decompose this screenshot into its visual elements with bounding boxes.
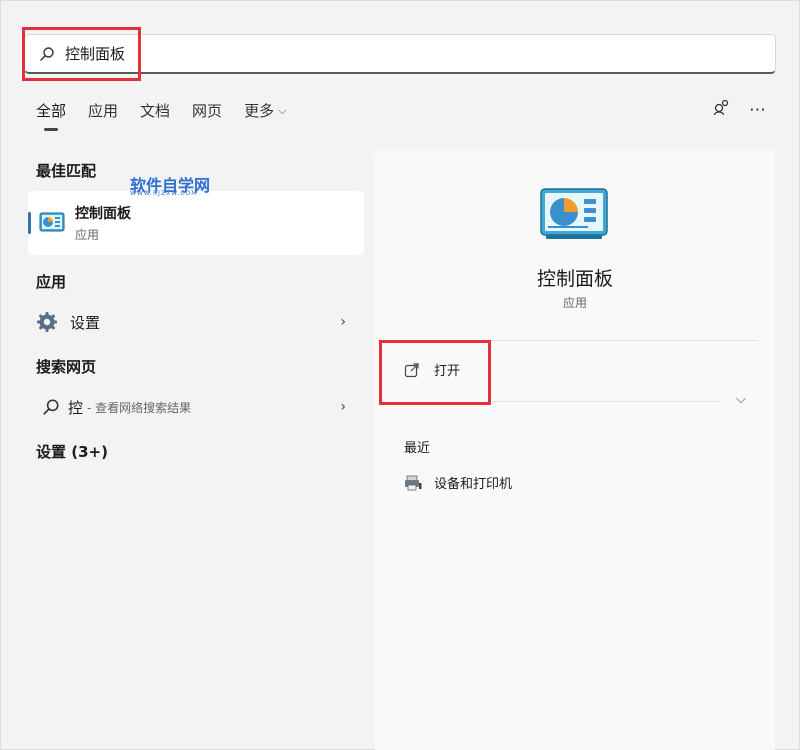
best-match-item[interactable]: 控制面板 应用 <box>28 191 364 255</box>
best-match-heading: 最佳匹配 <box>36 162 97 180</box>
more-options-icon[interactable]: ⋯ <box>749 100 766 120</box>
chevron-down-icon: ⌵ <box>278 103 287 117</box>
account-switch-icon[interactable] <box>713 98 731 121</box>
open-button[interactable]: 打开 <box>404 360 460 379</box>
search-icon <box>40 46 54 61</box>
filter-tabs: 全部 应用 文档 网页 更多 ⌵ <box>36 100 308 121</box>
preview-subtitle: 应用 <box>562 296 587 310</box>
open-button-label: 打开 <box>434 364 461 379</box>
top-right-actions: ⋯ <box>713 98 766 121</box>
chevron-right-icon: › <box>340 399 346 415</box>
selection-accent <box>28 212 31 234</box>
settings-gear-icon <box>37 312 57 332</box>
best-match-name: 控制面板 <box>75 206 131 222</box>
recent-item-devices-printers[interactable]: 设备和打印机 <box>404 473 512 492</box>
web-search-query: 控 <box>68 398 84 417</box>
app-item-settings-label: 设置 <box>70 313 101 332</box>
app-item-settings[interactable]: 设置 › <box>36 307 356 337</box>
tab-apps[interactable]: 应用 <box>88 100 118 121</box>
divider <box>380 340 758 341</box>
tab-more-label: 更多 <box>244 102 275 120</box>
best-match-type: 应用 <box>75 228 100 242</box>
tab-web[interactable]: 网页 <box>192 100 222 121</box>
web-search-heading: 搜索网页 <box>36 358 97 376</box>
web-search-hint: - 查看网络搜索结果 <box>87 400 192 415</box>
printer-icon <box>405 475 422 490</box>
apps-heading: 应用 <box>36 273 67 291</box>
expand-chevron-icon[interactable]: ⌵ <box>736 392 746 407</box>
tab-all[interactable]: 全部 <box>36 100 66 121</box>
open-external-icon <box>404 362 419 377</box>
watermark-url: WWW.RJZXW.COM <box>130 190 198 197</box>
chevron-right-icon: › <box>340 314 346 330</box>
recent-heading: 最近 <box>404 441 431 456</box>
preview-title: 控制面板 <box>536 268 613 290</box>
search-icon <box>43 399 59 415</box>
tab-more[interactable]: 更多 ⌵ <box>244 100 286 121</box>
settings-heading[interactable]: 设置 (3+) <box>36 441 108 462</box>
tab-documents[interactable]: 文档 <box>140 100 170 121</box>
control-panel-icon <box>39 212 65 232</box>
search-query: 控制面板 <box>65 45 126 63</box>
web-search-item[interactable]: 控 - 查看网络搜索结果 › <box>36 392 356 422</box>
divider <box>492 401 720 402</box>
recent-item-label: 设备和打印机 <box>434 477 513 492</box>
control-panel-large-icon <box>540 188 608 239</box>
search-input[interactable]: 控制面板 <box>24 34 776 74</box>
